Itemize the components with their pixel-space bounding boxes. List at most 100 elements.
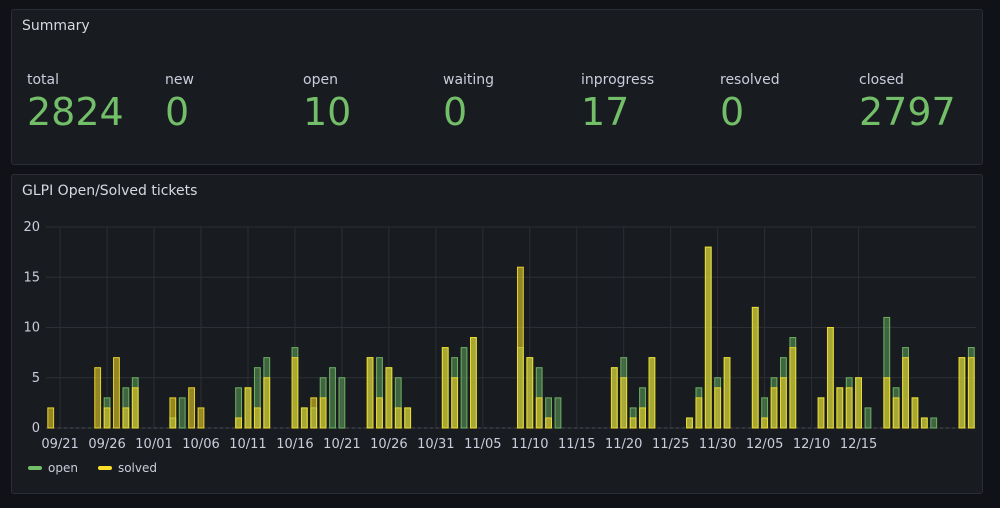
bar-open[interactable] [329,367,336,429]
y-tick-label: 20 [23,220,40,235]
bar-solved[interactable] [967,357,975,429]
bar-solved[interactable] [751,306,759,429]
bar-solved[interactable] [648,357,656,429]
bar-solved[interactable] [103,407,111,429]
x-tick-label: 10/21 [323,437,360,452]
stat-new: new 0 [165,72,295,132]
stat-value: 17 [581,90,630,134]
chart-legend: open solved [28,461,157,475]
bar-solved[interactable] [817,397,825,429]
bar-solved[interactable] [610,367,618,429]
bar-solved[interactable] [394,407,402,429]
bar-solved[interactable] [761,417,769,429]
bar-solved[interactable] [253,407,261,429]
stat-closed: closed 2797 [859,72,989,132]
stat-resolved: resolved 0 [720,72,850,132]
bar-solved[interactable] [451,377,459,429]
bar-solved[interactable] [122,407,130,429]
legend-swatch-open [28,466,42,470]
x-tick-label: 12/10 [793,437,830,452]
bar-solved[interactable] [723,357,731,429]
x-tick-label: 10/06 [182,437,219,452]
bar-solved[interactable] [902,357,909,429]
bar-solved[interactable] [235,417,242,429]
bar-open[interactable] [178,397,186,429]
bar-solved[interactable] [958,357,966,429]
stat-value: 10 [303,90,352,134]
bar-solved[interactable] [113,357,120,429]
bar-solved[interactable] [244,387,252,429]
legend-item-open[interactable]: open [28,461,78,475]
bar-solved[interactable] [404,407,412,429]
bar-solved[interactable] [714,387,722,429]
bar-solved[interactable] [470,337,477,429]
bar-solved[interactable] [169,397,177,429]
x-tick-label: 09/26 [88,437,125,452]
x-tick-label: 10/26 [370,437,407,452]
bar-solved[interactable] [920,417,928,429]
bar-solved[interactable] [300,407,308,429]
x-tick-label: 11/15 [558,437,595,452]
bar-solved[interactable] [47,407,55,429]
bar-solved[interactable] [620,377,628,429]
bar-solved[interactable] [883,377,891,429]
stat-label: resolved [720,72,780,88]
y-tick-label: 5 [32,371,40,386]
bar-open[interactable] [930,417,938,429]
bar-solved[interactable] [263,377,271,429]
bar-solved[interactable] [366,357,374,429]
stat-value: 2824 [27,90,124,134]
bar-solved[interactable] [188,387,196,429]
bar-solved[interactable] [94,367,102,429]
bar-solved[interactable] [892,397,900,429]
bar-solved[interactable] [441,347,449,429]
bar-solved[interactable] [526,357,534,429]
y-tick-label: 15 [23,270,40,285]
legend-item-solved[interactable]: solved [97,461,157,475]
bar-solved[interactable] [695,397,703,429]
stat-value: 0 [720,90,745,134]
x-tick-label: 10/16 [276,437,313,452]
stat-label: inprogress [581,72,655,88]
legend-label-open: open [48,461,78,475]
bar-solved[interactable] [310,397,318,429]
bar-solved[interactable] [836,387,844,429]
summary-panel: Summary total 2824 new 0 open 10 waiting 0 inpro… [11,9,983,165]
x-tick-label: 10/01 [135,437,172,452]
y-tick-label: 0 [32,421,40,436]
bar-solved[interactable] [845,387,853,429]
stat-open: open 10 [303,72,433,132]
x-tick-label: 10/11 [229,437,266,452]
bar-solved[interactable] [686,417,693,429]
bar-solved[interactable] [376,397,383,429]
x-tick-label: 09/21 [41,437,78,452]
bar-open[interactable] [338,377,346,429]
x-tick-label: 11/30 [699,437,736,452]
stat-waiting: waiting 0 [443,72,573,132]
bar-solved[interactable] [197,407,205,429]
bar-solved[interactable] [911,397,919,429]
bar-solved[interactable] [629,417,637,429]
bar-solved[interactable] [780,377,787,429]
bar-solved[interactable] [516,266,524,429]
bar-solved[interactable] [855,377,862,429]
bar-solved[interactable] [131,387,139,429]
stat-label: open [303,72,338,88]
bar-solved[interactable] [826,327,834,429]
bar-solved[interactable] [291,357,299,429]
bar-solved[interactable] [789,347,797,429]
stat-label: total [27,72,60,88]
bar-solved[interactable] [385,367,393,429]
bar-solved[interactable] [639,407,646,429]
bar-open[interactable] [460,347,468,429]
stat-label: closed [859,72,904,88]
bar-open[interactable] [554,397,562,429]
bar-solved[interactable] [535,397,543,429]
bar-solved[interactable] [545,417,552,429]
bar-solved[interactable] [704,246,712,429]
bar-open[interactable] [864,407,872,429]
stat-value: 0 [165,90,190,134]
x-tick-label: 12/05 [746,437,783,452]
bar-solved[interactable] [319,397,327,429]
bar-solved[interactable] [770,387,778,429]
